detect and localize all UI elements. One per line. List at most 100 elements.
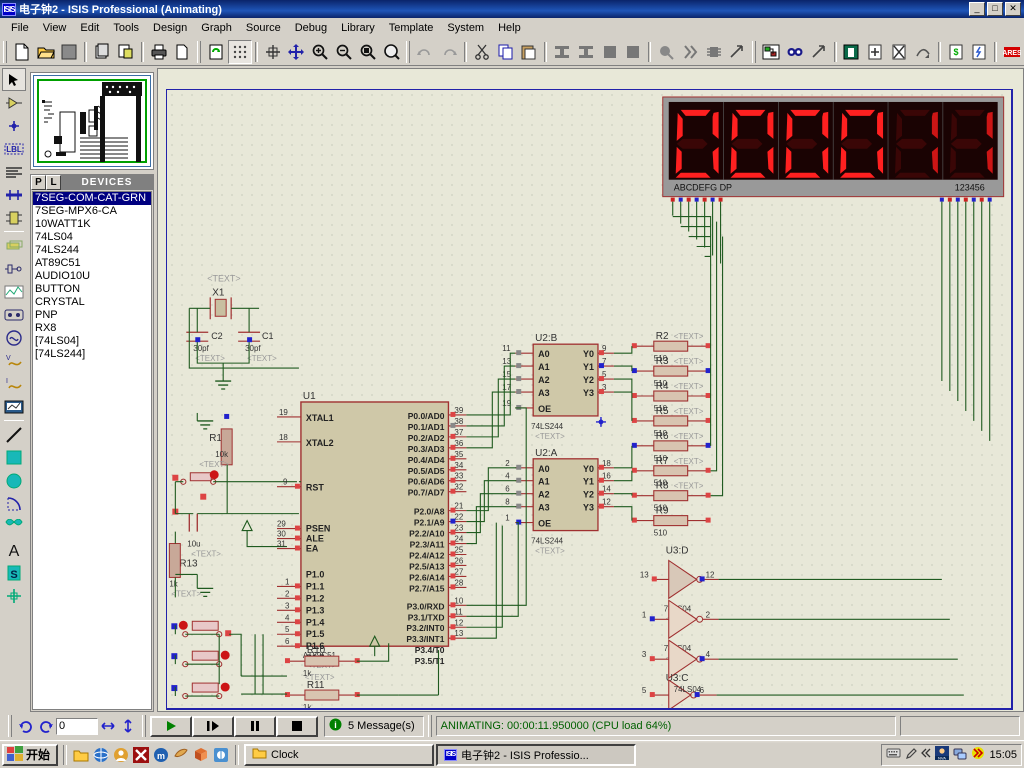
line-tool-icon[interactable] [2, 423, 26, 446]
media-player-icon[interactable]: m [152, 746, 170, 764]
inverter-u3d[interactable]: 13 12 74LS04 [640, 560, 719, 613]
netlist-compiler-icon[interactable] [840, 40, 864, 64]
folder-icon[interactable] [72, 746, 90, 764]
current-probe-icon[interactable]: I [2, 372, 26, 395]
devices-tab-p[interactable]: P [31, 175, 46, 190]
packaging-tool-icon[interactable] [702, 40, 726, 64]
make-device-icon[interactable] [678, 40, 702, 64]
toolbar-grip[interactable] [406, 41, 410, 63]
menu-source[interactable]: Source [239, 20, 288, 36]
generator-mode-icon[interactable] [2, 326, 26, 349]
remove-sheet-icon[interactable] [887, 40, 911, 64]
zoom-area-icon[interactable] [356, 40, 380, 64]
text-tool-icon[interactable]: A [2, 538, 26, 561]
browser-icon[interactable] [212, 746, 230, 764]
electrical-report-icon[interactable] [967, 40, 991, 64]
internet-explorer-icon[interactable] [92, 746, 110, 764]
exit-sheet-icon[interactable] [911, 40, 935, 64]
taskbar-item-clock[interactable]: Clock [244, 744, 434, 766]
schematic-editor-canvas[interactable]: ABCDEFG DP 123456 [157, 68, 1024, 712]
minimize-button[interactable]: _ [969, 2, 985, 16]
x-app-icon[interactable] [132, 746, 150, 764]
zoom-in-icon[interactable] [308, 40, 332, 64]
new-file-icon[interactable] [10, 40, 34, 64]
design-explorer-icon[interactable] [759, 40, 783, 64]
taskbar-item-isis[interactable]: ISIS 电子钟2 - ISIS Professio... [436, 744, 636, 766]
maximize-button[interactable]: □ [987, 2, 1003, 16]
wire-label-mode-icon[interactable]: LBL [2, 137, 26, 160]
overview-panel[interactable] [30, 72, 154, 170]
grid-icon[interactable] [228, 40, 252, 64]
inverter-bank[interactable]: U3:D 13 12 74LS04 <TEXT> [640, 546, 719, 709]
inverter-u3a[interactable]: <TEXT> 1 2 74LS04 [642, 600, 719, 653]
device-list-item[interactable]: 7SEG-COM-CAT-GRN [33, 192, 151, 205]
device-list-item[interactable]: AUDIO10U [33, 270, 151, 283]
box-tool-icon[interactable] [2, 446, 26, 469]
delete-block-icon[interactable] [622, 40, 646, 64]
tape-recorder-icon[interactable] [2, 303, 26, 326]
ares-icon[interactable]: ARES [1000, 40, 1024, 64]
symbol-tool-icon[interactable]: S [2, 561, 26, 584]
menu-edit[interactable]: Edit [73, 20, 106, 36]
devices-list[interactable]: 7SEG-COM-CAT-GRN 7SEG-MPX6-CA 10WATT1K 7… [32, 191, 152, 710]
cut-icon[interactable] [470, 40, 494, 64]
menu-file[interactable]: File [4, 20, 36, 36]
menu-library[interactable]: Library [334, 20, 382, 36]
zoom-all-icon[interactable] [380, 40, 404, 64]
taskbar-clock[interactable]: 15:05 [989, 749, 1017, 761]
device-list-item[interactable]: AT89C51 [33, 257, 151, 270]
redo-icon[interactable] [16, 716, 36, 736]
origin-icon[interactable] [261, 40, 285, 64]
device-list-item[interactable]: [74LS04] [33, 335, 151, 348]
play-button[interactable] [150, 716, 192, 737]
paste-icon[interactable] [517, 40, 541, 64]
kaspersky-icon[interactable] [971, 746, 985, 763]
close-button[interactable]: ✕ [1005, 2, 1021, 16]
microcontroller-u1[interactable]: U1 AT89C51 <TEXT> 19 18 9 29 30 31 1 [277, 391, 466, 670]
device-list-item[interactable]: 7SEG-MPX6-CA [33, 205, 151, 218]
vertical-flip-icon[interactable] [118, 716, 138, 736]
resistor-bank[interactable]: R2 R3 R4 R5 R6 R7 R8 R9 <TEXT> <TEXT> <T… [632, 331, 711, 537]
menu-template[interactable]: Template [382, 20, 441, 36]
statusbar-grip[interactable] [142, 715, 146, 737]
virtual-instruments-icon[interactable] [2, 395, 26, 418]
rotate-block-icon[interactable] [598, 40, 622, 64]
device-list-item[interactable]: RX8 [33, 322, 151, 335]
print-region-icon[interactable] [171, 40, 195, 64]
decompose-icon[interactable] [726, 40, 750, 64]
chevron-left-icon[interactable] [921, 747, 931, 762]
pen-icon[interactable] [905, 747, 917, 763]
menu-design[interactable]: Design [146, 20, 194, 36]
export-section-icon[interactable] [114, 40, 138, 64]
bill-of-materials-icon[interactable]: $ [944, 40, 968, 64]
winrar-icon[interactable] [172, 746, 190, 764]
reset-circuit[interactable]: R12 10k <TEXT> 10u [169, 413, 297, 598]
text-script-mode-icon[interactable] [2, 160, 26, 183]
toolbar-grip[interactable] [3, 41, 7, 63]
netlist-icon[interactable] [783, 40, 807, 64]
undo-icon[interactable] [36, 716, 56, 736]
device-list-item[interactable]: [74LS244] [33, 348, 151, 361]
nvidia-icon[interactable]: NVA [935, 746, 949, 763]
device-list-item[interactable]: PNP [33, 309, 151, 322]
buses-mode-icon[interactable] [2, 183, 26, 206]
print-icon[interactable] [147, 40, 171, 64]
menu-help[interactable]: Help [491, 20, 528, 36]
refresh-icon[interactable] [204, 40, 228, 64]
device-list-item[interactable]: 10WATT1K [33, 218, 151, 231]
device-list-item[interactable]: 74LS04 [33, 231, 151, 244]
start-button[interactable]: 开始 [2, 744, 58, 766]
message-count-box[interactable]: i 5 Message(s) [324, 716, 424, 737]
selection-mode-icon[interactable] [2, 68, 26, 91]
outlook-icon[interactable] [112, 746, 130, 764]
open-folder-icon[interactable] [34, 40, 58, 64]
add-sheet-icon[interactable] [863, 40, 887, 64]
pause-button[interactable] [234, 716, 276, 737]
toolbar-grip[interactable] [197, 41, 201, 63]
menu-view[interactable]: View [36, 20, 74, 36]
copy-icon[interactable] [494, 40, 518, 64]
network-icon[interactable] [953, 746, 967, 763]
keyboard-icon[interactable] [886, 747, 901, 762]
crystal-oscillator-circuit[interactable]: <TEXT> X1 C2 30pf <TEXT> C1 30pf <TEXT> [186, 273, 299, 389]
pan-icon[interactable] [285, 40, 309, 64]
